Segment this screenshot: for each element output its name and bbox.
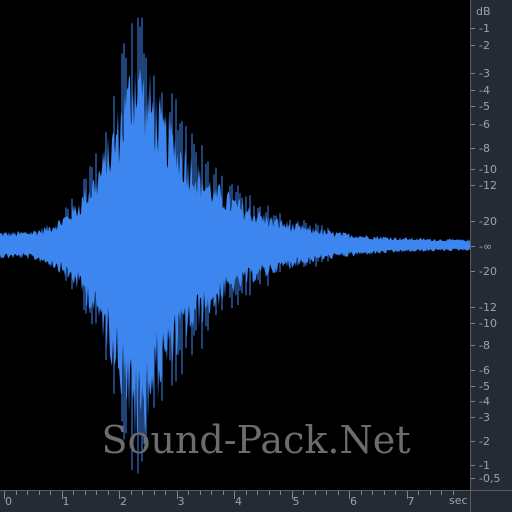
time-minor-tick	[441, 491, 442, 495]
time-minor-tick	[268, 491, 270, 495]
db-tick	[471, 185, 475, 186]
db-tick	[471, 307, 475, 308]
db-label: -12	[479, 179, 497, 192]
db-label: -2	[479, 435, 490, 448]
time-minor-tick	[429, 491, 431, 495]
time-minor-tick	[165, 491, 166, 495]
time-minor-tick	[130, 491, 132, 495]
db-tick	[471, 246, 475, 247]
time-minor-tick	[107, 491, 109, 495]
db-label: -10	[479, 317, 497, 330]
db-tick	[471, 370, 475, 371]
db-label: -6	[479, 364, 490, 377]
db-tick	[471, 465, 475, 466]
time-minor-tick	[15, 491, 17, 495]
time-ruler[interactable]: 0 1 2 3 4 5 6 7	[0, 490, 470, 512]
db-tick	[471, 417, 475, 418]
db-ruler[interactable]: dB -1 -2 -3 -4 -5 -6 -8 -10 -12 -20 -∞ -20 -12 -10 -8 -…	[470, 0, 512, 490]
db-tick	[471, 441, 475, 442]
db-label: -0,5	[479, 472, 501, 485]
db-label: -8	[479, 339, 490, 352]
time-minor-tick	[326, 491, 327, 495]
db-label: -1	[479, 459, 490, 472]
db-label: -20	[479, 265, 497, 278]
time-label: 1	[62, 495, 70, 508]
time-minor-tick	[27, 491, 28, 495]
time-label: 5	[292, 495, 300, 508]
time-minor-tick	[84, 491, 86, 495]
db-tick	[471, 106, 475, 107]
db-tick	[471, 478, 475, 479]
time-unit-corner: sec	[449, 490, 512, 512]
db-label: -3	[479, 67, 490, 80]
time-minor-tick	[395, 491, 396, 495]
db-label: -5	[479, 100, 490, 113]
time-label: 3	[177, 495, 185, 508]
time-minor-tick	[50, 491, 51, 495]
time-minor-tick	[303, 491, 304, 495]
db-label: -4	[479, 84, 490, 97]
time-minor-tick	[153, 491, 155, 495]
db-label: -4	[479, 395, 490, 408]
time-minor-tick	[372, 491, 373, 495]
db-label: -1	[479, 22, 490, 35]
time-minor-tick	[199, 491, 201, 495]
db-tick	[471, 148, 475, 149]
db-tick	[471, 401, 475, 402]
db-tick	[471, 73, 475, 74]
db-tick	[471, 90, 475, 91]
waveform	[0, 58, 470, 446]
time-label: 2	[120, 495, 127, 508]
db-tick	[471, 169, 475, 170]
db-label: -5	[479, 380, 490, 393]
db-tick	[471, 221, 475, 222]
db-label: -8	[479, 142, 490, 155]
time-minor-tick	[360, 491, 362, 495]
db-tick	[471, 124, 475, 125]
time-minor-tick	[211, 491, 212, 495]
db-tick	[471, 386, 475, 387]
db-label: -3	[479, 411, 490, 424]
db-tick	[471, 323, 475, 324]
db-tick	[471, 271, 475, 272]
db-tick	[471, 28, 475, 29]
time-minor-tick	[73, 491, 74, 495]
time-label: 6	[350, 495, 357, 508]
time-minor-tick	[314, 491, 316, 495]
db-unit-label: dB	[476, 5, 491, 18]
db-label: -10	[479, 163, 497, 176]
db-label: -12	[479, 301, 497, 314]
waveform-display[interactable]	[0, 0, 470, 490]
time-minor-tick	[337, 491, 339, 495]
db-tick	[471, 45, 475, 46]
db-tick	[471, 345, 475, 346]
time-minor-tick	[257, 491, 258, 495]
time-label: 4	[235, 495, 242, 508]
db-label: -2	[479, 39, 490, 52]
time-minor-tick	[280, 491, 281, 495]
time-minor-tick	[38, 491, 40, 495]
time-minor-tick	[383, 491, 385, 495]
time-label: 7	[407, 495, 415, 508]
time-label: 0	[5, 495, 12, 508]
db-label: -20	[479, 215, 497, 228]
time-minor-tick	[222, 491, 224, 495]
time-minor-tick	[418, 491, 419, 495]
time-minor-tick	[245, 491, 247, 495]
db-label: -∞	[479, 240, 493, 253]
time-minor-tick	[142, 491, 143, 495]
waveform-editor[interactable]: dB -1 -2 -3 -4 -5 -6 -8 -10 -12 -20 -∞ -20 -12 -10 -8-…	[0, 0, 512, 512]
time-minor-tick	[188, 491, 189, 495]
time-minor-tick	[96, 491, 97, 495]
db-label: -6	[479, 118, 490, 131]
time-unit-label: sec	[449, 494, 468, 507]
